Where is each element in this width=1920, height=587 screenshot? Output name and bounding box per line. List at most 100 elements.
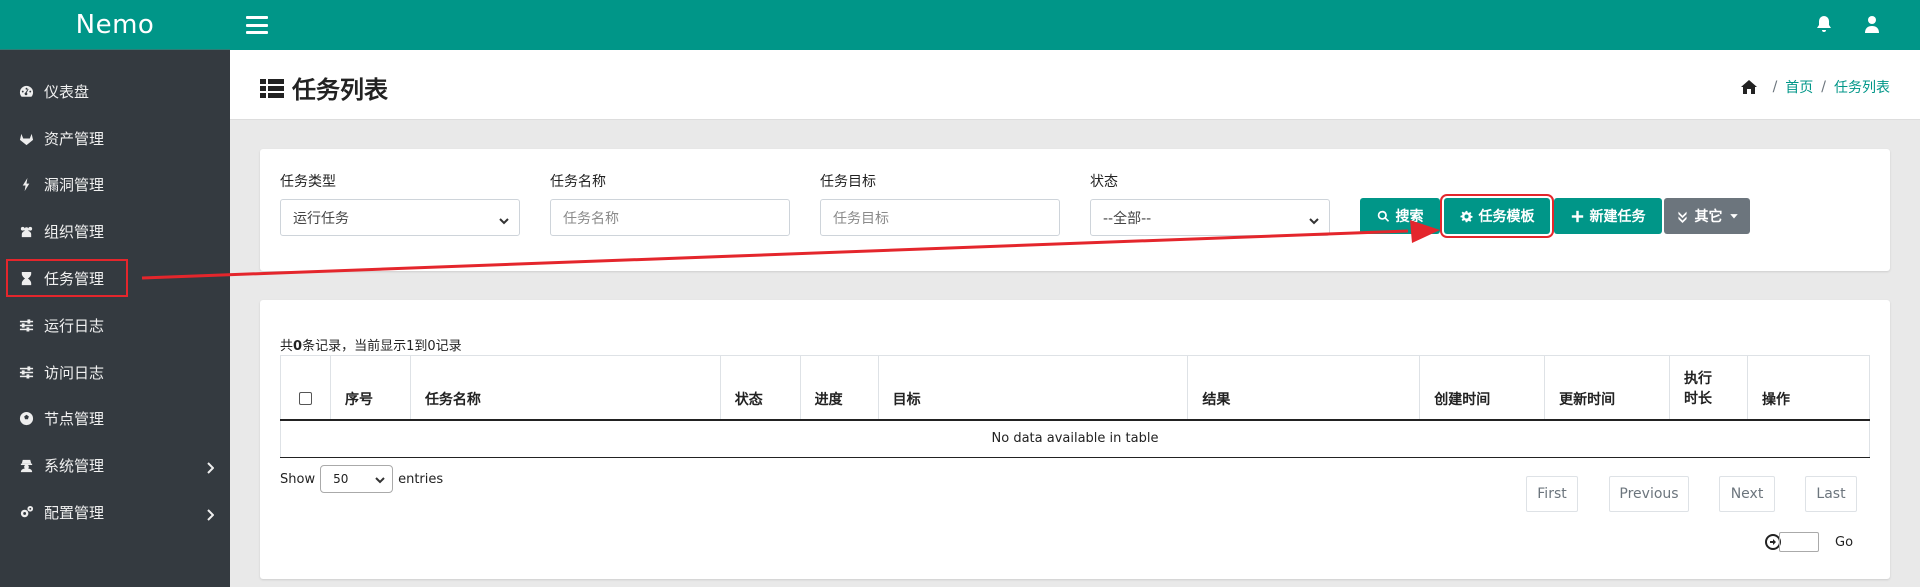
col-actions[interactable]: 操作 <box>1747 355 1870 421</box>
sidebar-item-assets[interactable]: 资产管理 <box>0 115 230 162</box>
task-name-input[interactable]: 任务名称 <box>550 199 790 236</box>
sidebar: Nemo 仪表盘 资产管理 漏洞管理 组织管理 任务管理 运行日志 访问日志 节… <box>0 0 230 587</box>
sidebar-item-orgs[interactable]: 组织管理 <box>0 208 230 255</box>
double-chevron-down-icon <box>1677 211 1687 223</box>
status-select[interactable]: --全部-- <box>1090 199 1330 236</box>
menu-toggle-icon[interactable] <box>246 16 268 34</box>
col-exec-line1: 执行 <box>1684 370 1713 387</box>
topbar <box>230 0 1920 50</box>
col-created-at[interactable]: 创建时间 <box>1419 355 1546 421</box>
pager-last-button[interactable]: Last <box>1805 476 1857 512</box>
page-title: 任务列表 <box>260 70 388 105</box>
gitlab-icon <box>18 130 34 146</box>
sidebar-item-nodes[interactable]: 节点管理 <box>0 396 230 443</box>
task-name-field: 任务名称 任务名称 <box>550 171 790 236</box>
breadcrumb-separator: / <box>1821 79 1826 95</box>
task-template-button-label: 任务模板 <box>1478 209 1535 225</box>
dashboard-icon <box>18 83 34 99</box>
content-header: 任务列表 / 首页 / 任务列表 <box>230 50 1920 120</box>
goto-page-control: Go <box>1765 532 1853 552</box>
task-table-card: 共0条记录，当前显示1到0记录 序号 任务名称 状态 进度 目标 结果 创建时间… <box>260 300 1890 579</box>
home-icon[interactable] <box>1740 80 1757 94</box>
sidebar-item-label: 资产管理 <box>44 129 105 148</box>
sidebar-item-label: 运行日志 <box>44 316 105 335</box>
go-button[interactable]: Go <box>1835 535 1853 550</box>
futbol-icon <box>18 411 34 427</box>
caret-down-icon <box>1729 214 1738 219</box>
task-type-label: 任务类型 <box>280 174 336 190</box>
select-all-header <box>280 355 331 421</box>
empty-table-message: No data available in table <box>280 419 1870 458</box>
task-target-input[interactable]: 任务目标 <box>820 199 1060 236</box>
hourglass-icon <box>18 270 34 286</box>
col-progress[interactable]: 进度 <box>800 355 879 421</box>
page-length-value: 50 <box>333 472 349 486</box>
sidebar-item-system[interactable]: 系统管理 <box>0 442 230 489</box>
search-icon <box>1377 210 1389 222</box>
bolt-icon <box>18 177 34 193</box>
other-dropdown-button[interactable]: 其它 <box>1664 198 1750 234</box>
table-row: No data available in table <box>280 419 1870 458</box>
bell-icon[interactable] <box>1814 14 1834 38</box>
cogs-icon <box>18 505 34 521</box>
col-status[interactable]: 状态 <box>720 355 801 421</box>
col-task-name[interactable]: 任务名称 <box>410 355 721 421</box>
task-target-field: 任务目标 任务目标 <box>820 171 1060 236</box>
goto-page-input[interactable] <box>1779 532 1819 552</box>
users-icon <box>18 224 34 240</box>
sidebar-item-access-logs[interactable]: 访问日志 <box>0 349 230 396</box>
sidebar-item-tasks[interactable]: 任务管理 <box>6 259 128 298</box>
col-exec-duration[interactable]: 执行 时长 <box>1669 355 1748 421</box>
user-icon[interactable] <box>1862 14 1882 38</box>
col-exec-line2: 时长 <box>1684 390 1713 407</box>
status-value: --全部-- <box>1103 210 1152 227</box>
task-name-label: 任务名称 <box>550 174 606 190</box>
sidebar-item-label: 访问日志 <box>44 363 105 382</box>
pager-previous-button[interactable]: Previous <box>1609 476 1689 512</box>
col-index[interactable]: 序号 <box>330 355 411 421</box>
entries-label: entries <box>398 471 444 487</box>
filter-card: 任务类型 运行任务 任务名称 任务名称 任务目标 任务目标 状态 --全部-- … <box>260 149 1890 271</box>
plus-icon <box>1571 210 1583 222</box>
col-result[interactable]: 结果 <box>1187 355 1421 421</box>
sidebar-item-label: 仪表盘 <box>44 82 90 101</box>
status-field: 状态 --全部-- <box>1090 171 1330 236</box>
sidebar-item-run-logs[interactable]: 运行日志 <box>0 302 230 349</box>
select-all-checkbox[interactable] <box>299 391 312 405</box>
chevron-down-icon <box>375 477 385 484</box>
page-title-text: 任务列表 <box>292 76 388 104</box>
task-type-select[interactable]: 运行任务 <box>280 199 520 236</box>
other-button-label: 其它 <box>1694 209 1723 225</box>
gear-icon <box>1459 210 1473 222</box>
show-label: Show <box>280 471 316 487</box>
search-button-label: 搜索 <box>1395 209 1424 225</box>
chevron-down-icon <box>1309 213 1319 225</box>
sliders-icon <box>18 317 34 333</box>
task-template-button[interactable]: 任务模板 <box>1440 194 1554 238</box>
sidebar-item-vulns[interactable]: 漏洞管理 <box>0 162 230 209</box>
search-button[interactable]: 搜索 <box>1360 198 1440 234</box>
breadcrumb-home-link[interactable]: 首页 <box>1785 77 1813 97</box>
col-updated-at[interactable]: 更新时间 <box>1544 355 1671 421</box>
task-table: 序号 任务名称 状态 进度 目标 结果 创建时间 更新时间 执行时长 操作 No… <box>280 355 1870 458</box>
breadcrumb: / 首页 / 任务列表 <box>1740 77 1890 97</box>
pager-next-button[interactable]: Next <box>1719 476 1775 512</box>
task-type-value: 运行任务 <box>293 210 349 227</box>
page-length-select[interactable]: 50 <box>320 465 394 493</box>
table-info: 共0条记录，当前显示1到0记录 <box>280 335 462 354</box>
list-icon <box>260 78 284 98</box>
page-length-control: Show 50 entries <box>280 465 443 493</box>
breadcrumb-current-link[interactable]: 任务列表 <box>1834 77 1890 97</box>
pager-first-button[interactable]: First <box>1526 476 1578 512</box>
sidebar-item-dashboard[interactable]: 仪表盘 <box>0 68 230 115</box>
sidebar-item-label: 漏洞管理 <box>44 176 105 195</box>
new-task-button[interactable]: 新建任务 <box>1554 198 1662 234</box>
sidebar-item-config[interactable]: 配置管理 <box>0 489 230 536</box>
table-header-row: 序号 任务名称 状态 进度 目标 结果 创建时间 更新时间 执行时长 操作 <box>280 355 1870 421</box>
sidebar-item-label: 任务管理 <box>44 269 105 288</box>
sidebar-item-label: 系统管理 <box>44 457 105 476</box>
task-type-field: 任务类型 运行任务 <box>280 171 520 236</box>
new-task-button-label: 新建任务 <box>1589 209 1646 225</box>
col-target[interactable]: 目标 <box>878 355 1189 421</box>
brand-logo[interactable]: Nemo <box>0 0 230 50</box>
